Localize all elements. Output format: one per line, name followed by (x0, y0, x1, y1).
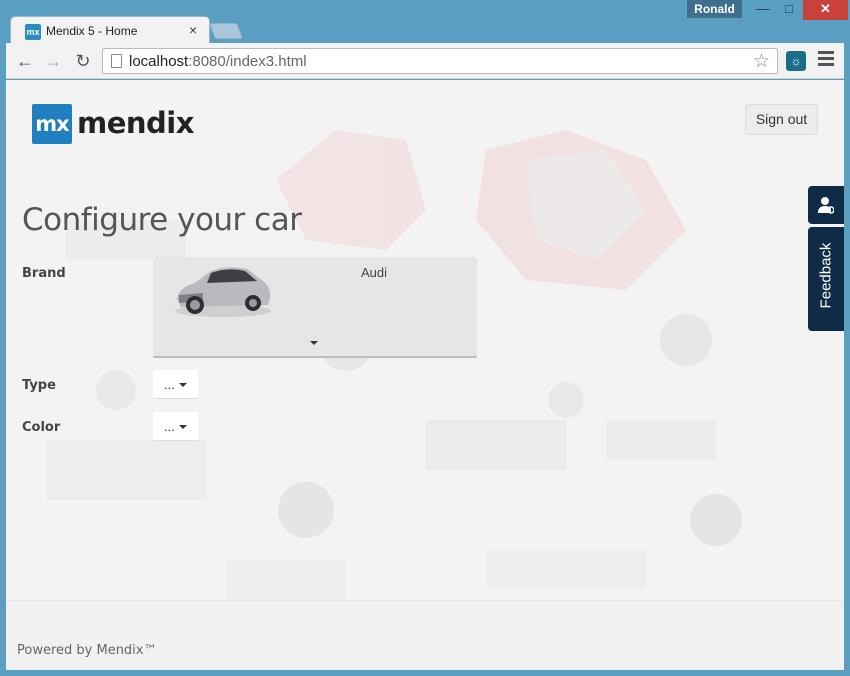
powered-by-text: Powered by Mendix™ (17, 643, 157, 658)
url-host: localhost (129, 53, 189, 70)
type-label: Type (22, 378, 56, 393)
color-dropdown[interactable]: ... (153, 412, 198, 441)
chevron-down-icon (179, 383, 187, 387)
chevron-down-icon (179, 425, 187, 429)
user-settings-button[interactable] (808, 186, 844, 224)
minimize-button[interactable]: — (749, 0, 777, 20)
background-car-parts-image (6, 120, 844, 650)
browser-toolbar: ← → ↻ localhost:8080/index3.html ☆ ☼ (6, 43, 844, 79)
user-icon (818, 197, 834, 214)
new-tab-button[interactable] (209, 23, 243, 39)
logo-wordmark: mendix (77, 106, 194, 140)
menu-icon[interactable] (818, 51, 834, 69)
page-viewport: mx mendix Sign out Feedback Configure yo… (6, 80, 844, 670)
brand-dropdown[interactable]: Audi (153, 257, 477, 358)
user-badge[interactable]: Ronald (687, 0, 742, 18)
sign-out-button[interactable]: Sign out (745, 104, 818, 135)
star-icon[interactable]: ☆ (753, 50, 770, 73)
tab-title: Mendix 5 - Home (46, 24, 138, 38)
close-window-button[interactable]: ✕ (803, 0, 848, 20)
title-bar: Ronald — □ ✕ mx Mendix 5 - Home × (0, 0, 850, 44)
logo-mark: mx (32, 104, 72, 144)
color-label: Color (22, 420, 61, 435)
back-arrow-icon[interactable]: ← (14, 51, 36, 71)
address-bar[interactable]: localhost:8080/index3.html ☆ (102, 48, 778, 74)
favicon-icon: mx (25, 24, 41, 40)
car-image (175, 267, 271, 317)
browser-window: Ronald — □ ✕ mx Mendix 5 - Home × ← → ↻ … (0, 0, 850, 676)
url-text: localhost:8080/index3.html (129, 53, 307, 70)
feedback-label: Feedback (817, 242, 835, 309)
browser-tab[interactable]: mx Mendix 5 - Home × (10, 16, 210, 44)
feedback-tab[interactable]: Feedback (808, 227, 844, 331)
tab-close-icon[interactable]: × (189, 22, 197, 38)
type-value: ... (164, 377, 175, 392)
extension-icon[interactable]: ☼ (786, 51, 806, 71)
forward-arrow-icon[interactable]: → (42, 51, 64, 71)
brand-label: Brand (22, 266, 66, 281)
reload-icon[interactable]: ↻ (72, 51, 94, 71)
page-title: Configure your car (22, 202, 302, 238)
color-value: ... (164, 419, 175, 434)
url-path: :8080/index3.html (188, 53, 307, 70)
page-footer: Powered by Mendix™ (6, 600, 844, 670)
type-dropdown[interactable]: ... (153, 370, 198, 399)
page-icon (111, 54, 122, 68)
brand-value: Audi (361, 265, 388, 280)
chevron-down-icon (310, 341, 318, 345)
maximize-button[interactable]: □ (775, 0, 803, 20)
